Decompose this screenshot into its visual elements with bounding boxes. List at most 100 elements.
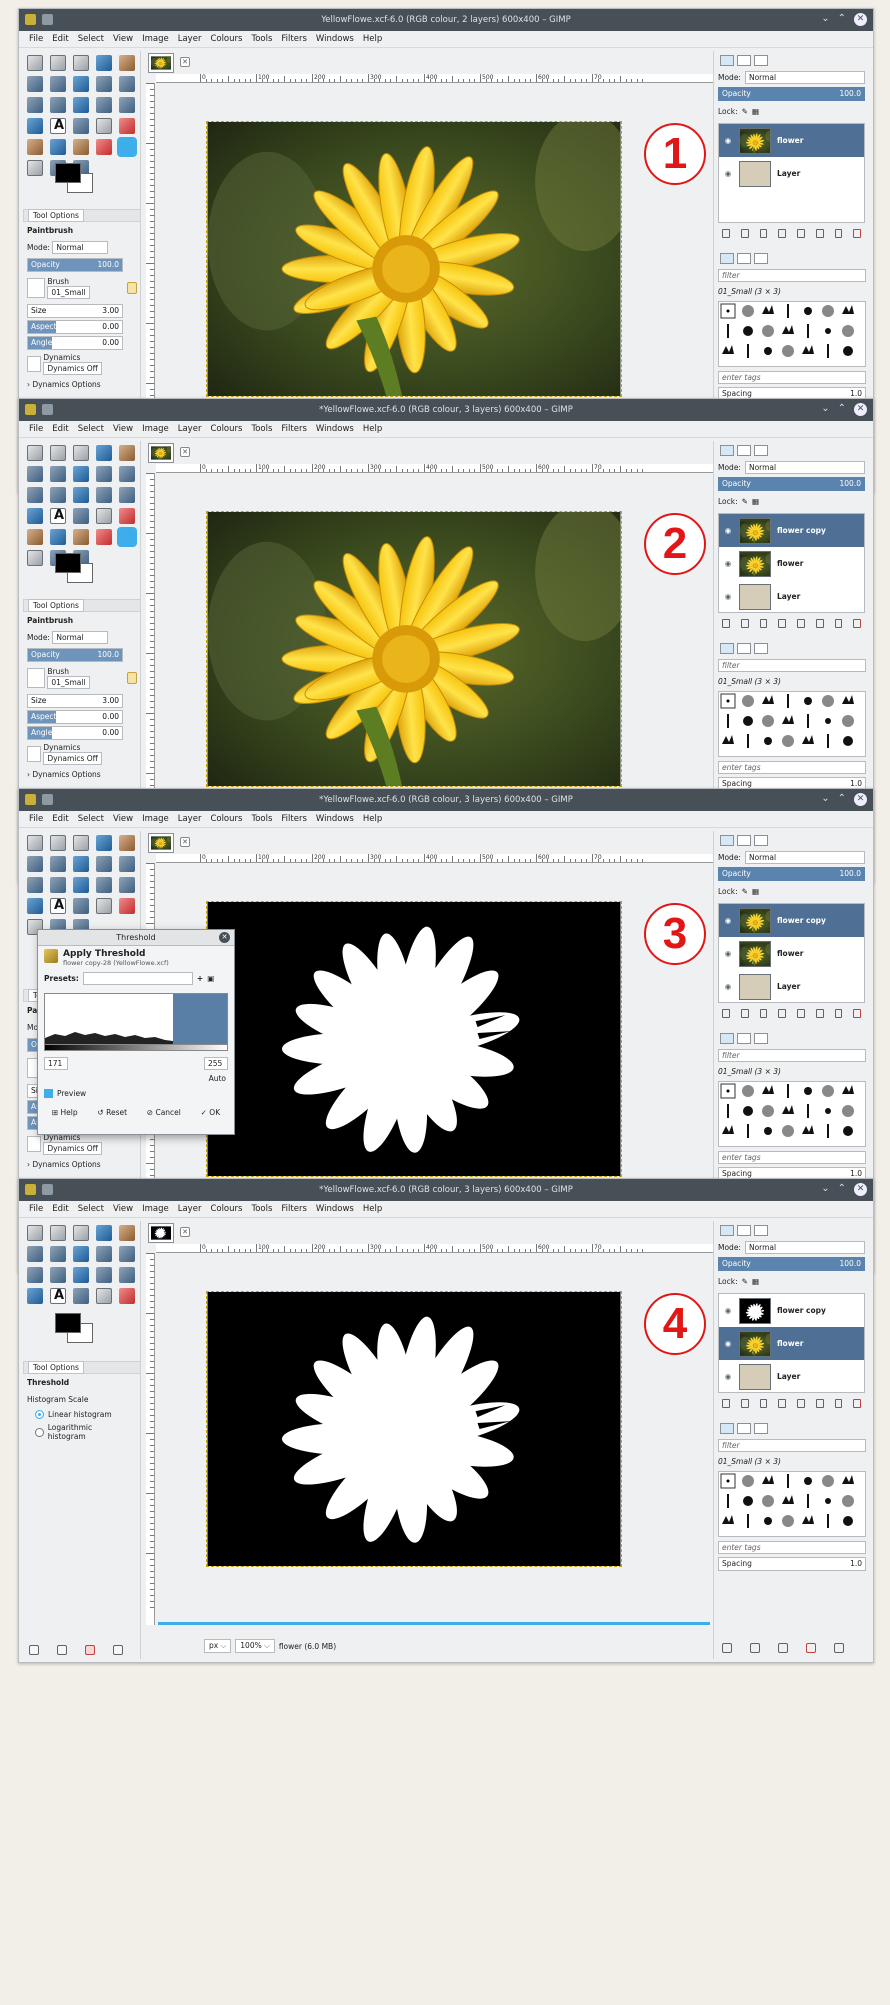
menu-tools[interactable]: Tools xyxy=(251,34,272,44)
color-swatches[interactable] xyxy=(55,553,103,587)
foreground-color[interactable] xyxy=(55,553,81,573)
eraser-tool-icon[interactable] xyxy=(119,118,135,134)
cage-transform-tool-icon[interactable] xyxy=(119,76,135,92)
smudge-tool-icon[interactable] xyxy=(27,529,43,545)
menu-tools[interactable]: Tools xyxy=(251,814,272,824)
gradients-tab-icon[interactable] xyxy=(754,253,768,264)
brush-tags-input[interactable]: enter tags xyxy=(718,760,866,774)
perspective-tool-icon[interactable] xyxy=(50,97,66,113)
close-icon[interactable]: ✕ xyxy=(854,403,867,416)
dynamics-preview[interactable] xyxy=(27,746,41,762)
rect-select-tool-icon[interactable] xyxy=(27,55,43,71)
layer-mode-select[interactable]: Normal xyxy=(744,70,865,84)
layer-row[interactable]: ◉ Layer xyxy=(719,580,864,613)
heal-tool-icon[interactable] xyxy=(96,118,112,134)
visibility-eye-icon[interactable]: ◉ xyxy=(723,949,733,958)
menu-edit[interactable]: Edit xyxy=(52,814,68,824)
refresh-brushes-icon[interactable] xyxy=(834,1643,844,1653)
gradients-tab-icon[interactable] xyxy=(754,643,768,654)
dialog-close-icon[interactable]: ✕ xyxy=(219,932,230,943)
brush-edit-icon[interactable] xyxy=(127,282,137,294)
unified-transform-tool-icon[interactable] xyxy=(96,466,112,482)
maximize-icon[interactable]: ⌃ xyxy=(838,793,846,806)
brushes-tab-icon[interactable] xyxy=(720,643,734,654)
brush-grid[interactable] xyxy=(718,301,866,367)
brush-select[interactable]: 01_Small xyxy=(47,286,90,299)
layer-mode-select[interactable]: Normal xyxy=(744,850,865,864)
delete-layer-icon[interactable] xyxy=(853,1399,861,1408)
layer-opacity-slider[interactable]: Opacity 100.0 xyxy=(718,867,865,881)
lock-alpha-icon[interactable]: ▦ xyxy=(752,1277,759,1286)
fuzzy-select-tool-icon[interactable] xyxy=(96,445,112,461)
free-select-tool-icon[interactable] xyxy=(73,445,89,461)
flip-tool-icon[interactable] xyxy=(73,877,89,893)
patterns-tab-icon[interactable] xyxy=(737,253,751,264)
linear-histogram-radio[interactable]: Linear histogram xyxy=(23,1408,141,1421)
lower-layer-icon[interactable] xyxy=(778,619,786,628)
visibility-eye-icon[interactable]: ◉ xyxy=(723,1339,733,1348)
duplicate-layer-icon[interactable] xyxy=(797,1009,805,1018)
presets-select[interactable] xyxy=(82,972,193,985)
delete-layer-icon[interactable] xyxy=(853,619,861,628)
warp-tool-icon[interactable] xyxy=(50,466,66,482)
layer-row[interactable]: ◉ flower xyxy=(719,124,864,157)
tool-options-tab[interactable]: Tool Options xyxy=(23,599,141,612)
menu-windows[interactable]: Windows xyxy=(316,1204,354,1214)
image-tab[interactable] xyxy=(148,1223,174,1243)
dynamics-preview[interactable] xyxy=(27,1136,41,1152)
restore-options-icon[interactable] xyxy=(57,1645,67,1655)
brush-grid[interactable] xyxy=(718,1081,866,1147)
text-tool-icon[interactable]: A xyxy=(50,1288,66,1304)
perspective-tool-icon[interactable] xyxy=(50,487,66,503)
path-tool-icon[interactable] xyxy=(119,877,135,893)
zoom-select[interactable]: 100% xyxy=(235,1639,275,1653)
paint-opacity-slider[interactable]: Opacity 100.0 xyxy=(27,648,123,662)
menu-file[interactable]: File xyxy=(29,1204,43,1214)
free-select-tool-icon[interactable] xyxy=(73,835,89,851)
menu-image[interactable]: Image xyxy=(142,424,169,434)
layers-tab-icon[interactable] xyxy=(720,55,734,66)
lock-pixels-icon[interactable]: ✎ xyxy=(742,887,748,896)
color-swatches[interactable] xyxy=(55,163,103,197)
rect-select-tool-icon[interactable] xyxy=(27,835,43,851)
menu-select[interactable]: Select xyxy=(78,424,104,434)
anchor-layer-icon[interactable] xyxy=(815,619,824,628)
reset-options-icon[interactable] xyxy=(113,1645,123,1655)
dynamics-preview[interactable] xyxy=(27,356,41,372)
delete-options-icon[interactable] xyxy=(85,1645,95,1655)
unified-transform-tool-icon[interactable] xyxy=(96,76,112,92)
menu-windows[interactable]: Windows xyxy=(316,34,354,44)
crop-tool-icon[interactable] xyxy=(27,466,43,482)
fuzzy-select-tool-icon[interactable] xyxy=(96,1225,112,1241)
visibility-eye-icon[interactable]: ◉ xyxy=(723,1306,733,1315)
patterns-tab-icon[interactable] xyxy=(737,643,751,654)
brush-filter-input[interactable]: filter xyxy=(718,658,866,672)
menu-colours[interactable]: Colours xyxy=(210,424,242,434)
image-tab[interactable] xyxy=(148,53,174,73)
layer-name[interactable]: flower xyxy=(777,949,864,958)
save-options-icon[interactable] xyxy=(29,1645,39,1655)
scale-tool-icon[interactable] xyxy=(27,1267,43,1283)
menu-help[interactable]: Help xyxy=(363,1204,382,1214)
scale-tool-icon[interactable] xyxy=(27,877,43,893)
edit-brush-icon[interactable] xyxy=(722,1643,732,1653)
color-picker-tool-icon[interactable] xyxy=(27,898,43,914)
new-group-icon[interactable] xyxy=(740,1009,749,1018)
blur-tool-icon[interactable] xyxy=(73,139,89,155)
cage-transform-tool-icon[interactable] xyxy=(119,466,135,482)
lower-layer-icon[interactable] xyxy=(778,1009,786,1018)
menu-tools[interactable]: Tools xyxy=(251,1204,272,1214)
raise-layer-icon[interactable] xyxy=(759,1009,768,1018)
minimize-icon[interactable]: ⌄ xyxy=(821,403,829,416)
mask-layer-icon[interactable] xyxy=(834,619,843,628)
new-layer-icon[interactable] xyxy=(722,1009,730,1018)
layer-name[interactable]: flower copy xyxy=(777,1306,864,1315)
menu-help[interactable]: Help xyxy=(363,814,382,824)
layer-row[interactable]: ◉ flower copy xyxy=(719,1294,864,1327)
perspective-tool-icon[interactable] xyxy=(50,1267,66,1283)
paint-opacity-slider[interactable]: Opacity 100.0 xyxy=(27,258,123,272)
layer-name[interactable]: flower xyxy=(777,136,864,145)
brush-grid[interactable] xyxy=(718,691,866,757)
foreground-select-tool-icon[interactable] xyxy=(96,877,112,893)
patterns-tab-icon[interactable] xyxy=(737,1033,751,1044)
